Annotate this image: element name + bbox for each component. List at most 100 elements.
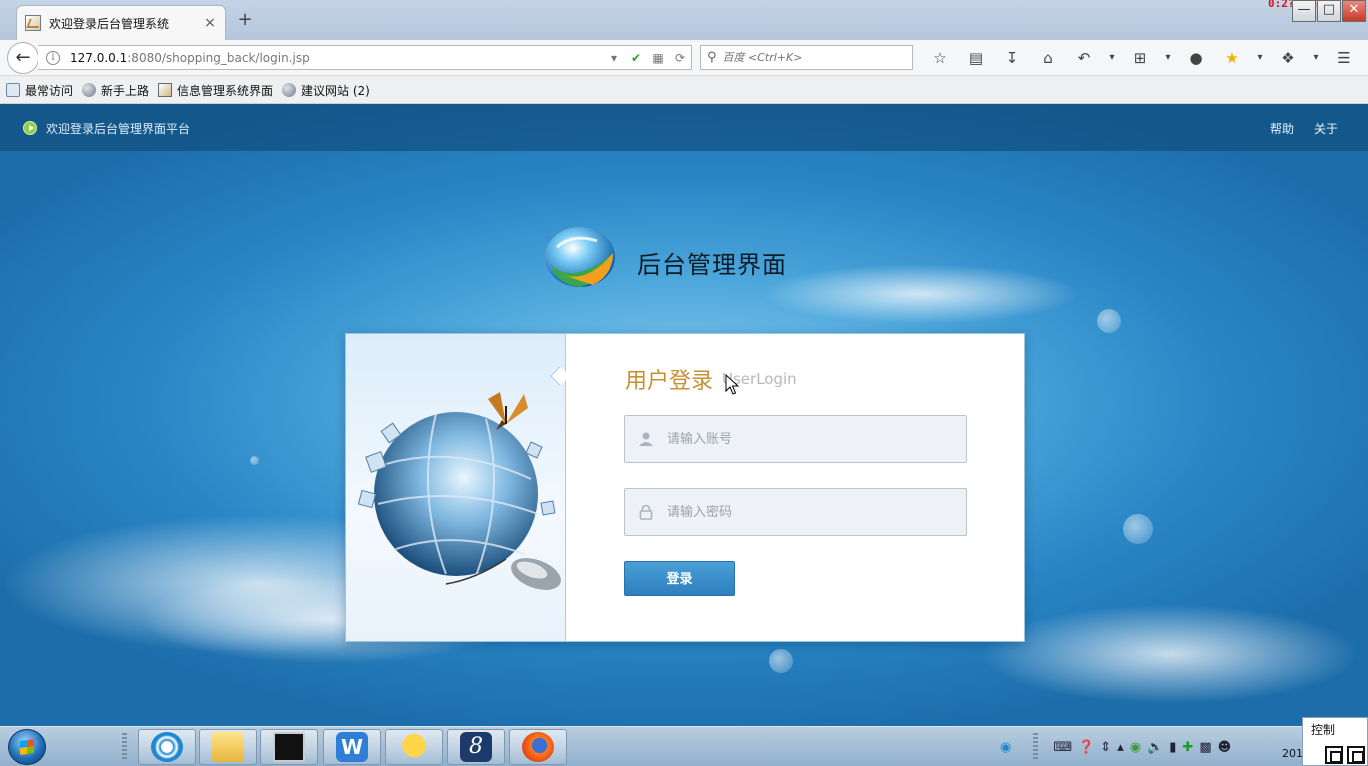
maximize-icon[interactable] [1347,746,1365,764]
wps-writer-icon: W [336,732,368,762]
folder-icon [212,732,244,762]
taskbar-file-explorer[interactable] [199,729,257,765]
navigation-bar: ← i 127.0.0.1:8080/shopping_back/login.j… [0,40,1368,76]
addon-icon[interactable]: ❖ [1270,48,1306,68]
logo-title: 后台管理界面 [637,251,787,279]
search-icon: ⚲ [707,50,717,65]
address-bar[interactable]: i 127.0.0.1:8080/shopping_back/login.jsp… [38,45,692,70]
bookmark-most-visited[interactable]: 最常访问 [6,82,73,99]
bookmark-info-system[interactable]: 信息管理系统界面 [158,82,273,99]
about-link[interactable]: 关于 [1314,120,1338,137]
qr-code-icon[interactable]: ▦ [647,51,669,65]
taskbar-firefox[interactable] [509,729,567,765]
globe-icon [282,83,297,97]
welcome-text: 欢迎登录后台管理界面平台 [46,122,191,136]
control-popup: 控制 [1302,717,1368,766]
password-input[interactable] [667,504,947,520]
chevron-down-icon[interactable]: ▾ [1158,48,1178,68]
bookmark-label: 建议网站 (2) [301,83,370,98]
help-icon[interactable]: ❓ [1078,740,1094,755]
bubble-decoration [769,649,793,673]
search-bar[interactable]: ⚲ [700,45,913,70]
username-field[interactable] [624,415,967,463]
taskbar-wps-writer[interactable]: W [323,729,381,765]
puzzle-globe-icon [357,392,561,590]
security-plus-icon[interactable]: ✚ [1182,740,1193,755]
bookmark-star-icon[interactable]: ☆ [922,48,958,68]
taskbar-eclipse-ide[interactable]: 8 [447,729,505,765]
firefox-icon [522,732,554,762]
minimize-window-button[interactable]: — [1292,0,1316,22]
chevron-down-icon[interactable]: ▾ [1102,48,1122,68]
keyboard-icon[interactable]: ⌨ [1053,740,1072,755]
bubble-decoration [1123,514,1153,544]
tab-title: 欢迎登录后台管理系统 [49,16,170,31]
play-icon [23,121,37,135]
login-heading: 用户登录 [625,369,714,394]
login-button[interactable]: 登录 [624,561,735,596]
bookmarks-bar: 最常访问 新手上路 信息管理系统界面 建议网站 (2) [0,77,1368,104]
logo-icon [545,227,615,287]
taskbar-network-app[interactable] [138,729,196,765]
back-button[interactable]: ← [7,42,39,74]
restore-icon[interactable] [1325,746,1343,764]
close-window-button[interactable]: ✕ [1342,0,1366,22]
help-link[interactable]: 帮助 [1270,120,1294,137]
bookmark-suggested-sites[interactable]: 建议网站 (2) [282,82,370,99]
tab-strip: 欢迎登录后台管理系统 × + 0:2?8:5? — □ ✕ [0,0,1368,40]
home-icon[interactable]: ⌂ [1030,48,1066,68]
chevron-down-icon[interactable]: ▾ [1250,48,1270,68]
cloud-decoration [980,604,1360,704]
favicon-icon [25,15,41,31]
terminal-icon [273,732,305,762]
back-arrow-icon: ← [15,47,31,68]
menu-icon[interactable]: ☰ [1326,48,1362,68]
show-hidden-icons[interactable]: ▴ [1117,740,1124,755]
login-card: 用户登录 UserLogin 登录 [345,333,1025,642]
reload-icon[interactable]: ⟳ [669,51,691,65]
doc-icon [6,83,20,97]
search-input[interactable] [722,51,903,64]
network-tray-icon[interactable]: ◉ [1000,740,1011,755]
qq-icon [398,732,430,762]
usb-icon[interactable]: ▮ [1169,740,1176,755]
volume-icon[interactable]: 🔈 [1147,740,1163,755]
bookmark-label: 信息管理系统界面 [177,83,274,98]
toolbar-icons: ☆ ▤ ↧ ⌂ ↶ ▾ ⊞ ▾ ● ★ ▾ ❖ ▾ ☰ [922,48,1362,68]
undo-icon[interactable]: ↶ [1066,48,1102,68]
browser-chrome: 欢迎登录后台管理系统 × + 0:2?8:5? — □ ✕ ← i 127.0.… [0,0,1368,104]
user-icon [625,416,667,462]
download-icon[interactable]: ↧ [994,48,1030,68]
password-field[interactable] [624,488,967,536]
url-path: :8080/shopping_back/login.jsp [127,50,310,65]
info-icon[interactable]: i [46,50,60,65]
system-tray: ◉ ⌨ ❓ ⇕ ▴ ◉ 🔈 ▮ ✚ ▩ ☻ [1000,729,1305,765]
clock-partial: 201 [1282,747,1303,760]
eclipse-icon: 8 [460,732,492,762]
shield-icon[interactable]: ✔ [625,51,647,65]
chrome-like-icon[interactable]: ◉ [1130,740,1141,755]
bubble-decoration [1097,309,1121,333]
chevron-down-icon[interactable]: ▾ [1306,48,1326,68]
close-tab-icon[interactable]: × [203,16,217,30]
bookmark-label: 最常访问 [25,83,74,98]
tray-arrows-icon[interactable]: ⇕ [1100,740,1111,755]
display-icon[interactable]: ▩ [1199,740,1211,755]
new-tab-button[interactable]: + [236,11,254,30]
start-button[interactable] [8,729,46,765]
windows-taskbar: W 8 ◉ ⌨ ❓ ⇕ ▴ ◉ 🔈 ▮ ✚ ▩ ☻ 201 [0,726,1368,766]
bookmark-label: 新手上路 [101,83,150,98]
username-input[interactable] [667,431,947,447]
extension-star-icon[interactable]: ★ [1214,48,1250,68]
qq-tray-icon[interactable]: ☻ [1218,740,1232,755]
chat-icon[interactable]: ● [1178,48,1214,68]
crop-icon[interactable]: ⊞ [1122,48,1158,68]
bookmark-getting-started[interactable]: 新手上路 [82,82,149,99]
reading-list-icon[interactable]: ▤ [958,48,994,68]
dropdown-icon[interactable]: ▾ [603,51,625,65]
taskbar-qq-app[interactable] [385,729,443,765]
image-icon [158,83,173,97]
taskbar-cmd-terminal[interactable] [260,729,318,765]
maximize-window-button[interactable]: □ [1317,0,1341,22]
tab-login[interactable]: 欢迎登录后台管理系统 × [16,5,226,40]
